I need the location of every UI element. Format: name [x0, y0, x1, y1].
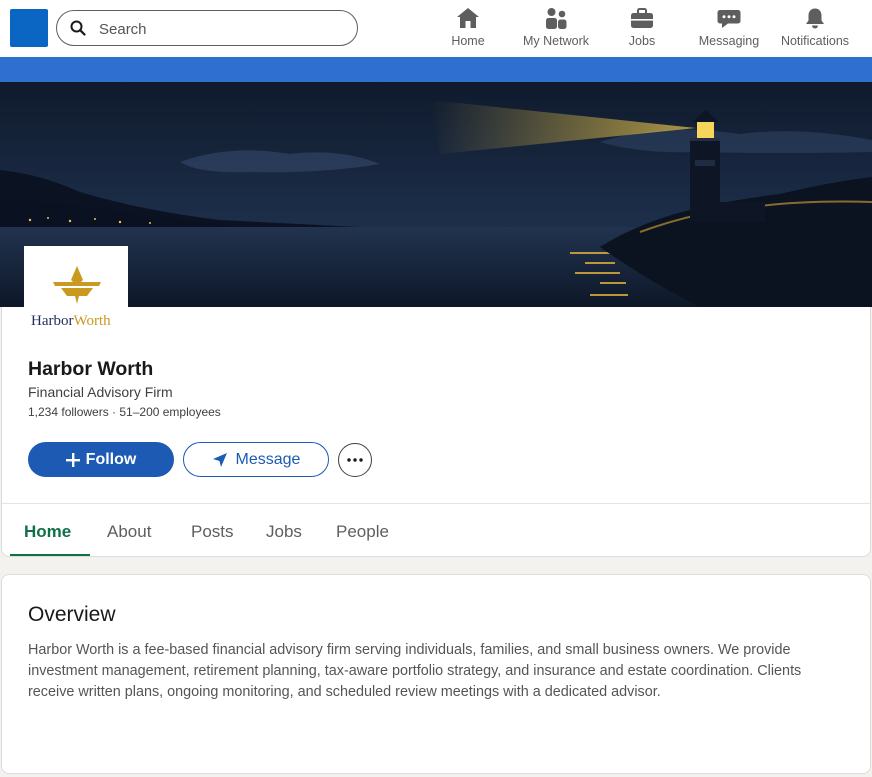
nav-item-label: My Network: [523, 34, 589, 48]
ellipsis-icon: [347, 458, 363, 462]
tab-jobs[interactable]: Jobs: [266, 522, 302, 542]
message-button[interactable]: Message: [183, 442, 329, 477]
tab-about[interactable]: About: [107, 522, 151, 542]
company-type: Financial Advisory Firm: [28, 384, 173, 400]
overview-title: Overview: [28, 603, 116, 626]
follow-label: Follow: [85, 450, 137, 468]
follow-button[interactable]: Follow: [28, 442, 174, 477]
nav-item-label: Home: [451, 34, 485, 48]
nav-item-label: Jobs: [628, 34, 656, 48]
nav-item-label: Notifications: [780, 34, 850, 48]
search-input[interactable]: [99, 18, 339, 40]
nav-item-jobs[interactable]: Jobs: [627, 6, 657, 52]
logo-wordmark: HarborWorth: [31, 313, 111, 329]
top-navigation-bar: Home My Network Jobs: [0, 0, 872, 57]
company-stats: 1,234 followers · 51–200 employees: [28, 405, 221, 419]
chat-icon: [717, 10, 741, 28]
nav-item-label: Messaging: [698, 34, 760, 48]
cover-image: [0, 82, 872, 307]
people-icon: [546, 8, 567, 29]
nav-item-my-network[interactable]: My Network: [520, 6, 592, 52]
company-name: Harbor Worth: [28, 358, 154, 380]
card-divider: [2, 503, 870, 504]
send-icon: [212, 452, 227, 467]
tab-home[interactable]: Home: [24, 522, 71, 542]
more-options-button[interactable]: [338, 443, 372, 477]
nav-item-home[interactable]: Home: [447, 6, 489, 52]
app-logo[interactable]: [10, 9, 48, 47]
company-profile-card: [1, 307, 871, 557]
plus-icon: [65, 452, 80, 467]
search-box[interactable]: [56, 10, 358, 46]
search-icon: [70, 20, 86, 36]
tab-people[interactable]: People: [336, 522, 389, 542]
message-label: Message: [235, 450, 301, 468]
bell-icon: [806, 8, 824, 29]
home-icon: [457, 8, 479, 28]
compass-emblem-icon: [53, 266, 101, 304]
tab-posts[interactable]: Posts: [191, 522, 234, 542]
active-tab-indicator: [10, 554, 90, 556]
overview-body: Harbor Worth is a fee-based financial ad…: [28, 642, 802, 700]
briefcase-icon: [631, 8, 653, 28]
accent-strip: [0, 57, 872, 82]
nav-item-notifications[interactable]: Notifications: [778, 6, 852, 52]
company-logo: HarborWorth: [24, 246, 128, 334]
nav-item-messaging[interactable]: Messaging: [696, 6, 762, 52]
